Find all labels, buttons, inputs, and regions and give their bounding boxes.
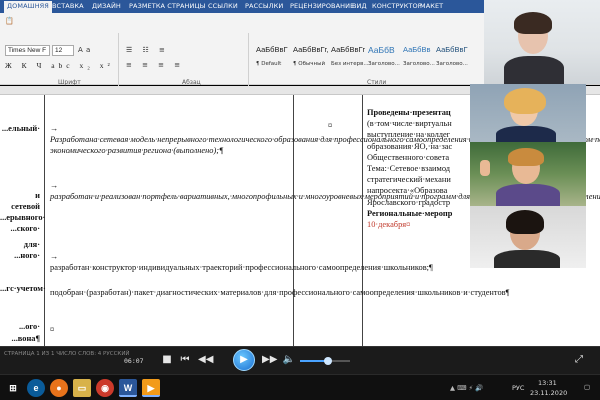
- style-name: ¶ Обычный: [293, 61, 326, 67]
- media-player-bar: СТРАНИЦА 1 ИЗ 1 ЧИСЛО СЛОВ: 4 РУССКИЙ 06…: [0, 346, 600, 374]
- tab-home[interactable]: ДОМАШНЯЯ: [4, 1, 52, 13]
- group-label-styles: Стили: [367, 79, 387, 86]
- font-size-field[interactable]: 12: [52, 45, 74, 56]
- left-cell-line: ...ного·: [14, 251, 40, 260]
- bullet-item: → Разработана·сетевая·модель·непрерывног…: [50, 123, 600, 157]
- word-status-bar: СТРАНИЦА 1 ИЗ 1 ЧИСЛО СЛОВ: 4 РУССКИЙ: [4, 351, 130, 357]
- fullscreen-icon[interactable]: ⤢: [572, 354, 586, 366]
- volume-knob[interactable]: [323, 357, 332, 365]
- style-heading-2[interactable]: АаБбВв Заголово...: [403, 45, 437, 81]
- style-sample: АаБбВвГ: [256, 45, 288, 54]
- bullet-text: подобран·(разработан)·пакет·диагностичес…: [50, 288, 510, 297]
- left-cell-line: сетевой: [11, 202, 40, 211]
- left-cell-line: для·: [23, 240, 40, 249]
- left-cell-line: ...гс·учетом·: [0, 284, 46, 293]
- list-buttons-icon[interactable]: ☰ ☷ ≡: [126, 46, 169, 54]
- video-tile-participant-3[interactable]: [470, 142, 586, 206]
- shrink-font-icon[interactable]: a: [86, 46, 90, 54]
- style-name: Заголово...: [436, 61, 468, 67]
- notification-icon[interactable]: ▢: [584, 383, 590, 391]
- style-heading-3[interactable]: АаБбВвГ Заголово...: [436, 45, 470, 81]
- video-tile-participant-1[interactable]: [484, 0, 600, 84]
- skype-icon[interactable]: e: [27, 379, 45, 397]
- bullet-item: подобран·(разработан)·пакет·диагностичес…: [50, 287, 509, 298]
- style-name: Заголово...: [368, 61, 400, 67]
- format-buttons[interactable]: Ж К Ч abc x₂ x²: [5, 61, 114, 70]
- rewind-icon[interactable]: ⏮: [178, 354, 192, 366]
- seek-back-icon[interactable]: ◀◀: [198, 354, 213, 366]
- style-name: Заголово...: [403, 61, 435, 67]
- tab-layout-table[interactable]: МАКЕТ: [420, 2, 443, 10]
- left-cell-line: ...ерывного·: [0, 213, 46, 222]
- group-label-font: Шрифт: [58, 79, 81, 86]
- video-tile-participant-2[interactable]: [470, 84, 586, 142]
- bullet-item: → разработан·конструктор·индивидуальных·…: [50, 251, 433, 273]
- tab-insert[interactable]: ВСТАВКА: [52, 2, 84, 10]
- play-pause-button[interactable]: ▶: [233, 349, 255, 371]
- clock-date[interactable]: 23.11.2020: [530, 389, 567, 397]
- language-indicator[interactable]: РУС: [512, 384, 524, 392]
- style-sample: АаБбВвГг: [331, 45, 366, 54]
- volume-icon[interactable]: 🔈: [282, 354, 296, 366]
- media-player-taskbar-icon[interactable]: ▶: [142, 379, 160, 397]
- table-column-border: [44, 95, 45, 350]
- tab-review[interactable]: РЕЦЕНЗИРОВАНИЕ: [290, 2, 354, 10]
- file-explorer-icon[interactable]: ▭: [73, 379, 91, 397]
- playback-time: 06:07: [124, 357, 144, 365]
- word-taskbar-icon[interactable]: W: [119, 379, 137, 397]
- chrome-icon[interactable]: ◉: [96, 379, 114, 397]
- group-label-paragraph: Абзац: [182, 79, 201, 86]
- style-name: ¶ Default: [256, 61, 282, 67]
- style-no-spacing[interactable]: АаБбВвГг Без интерв...: [331, 45, 369, 81]
- bullet-text: → разработан·конструктор·индивидуальных·…: [50, 252, 433, 273]
- grow-font-icon[interactable]: A: [78, 46, 83, 54]
- left-cell-line: ...ского·: [10, 224, 40, 233]
- left-cell-line: и: [35, 191, 40, 200]
- paste-icon[interactable]: 📋: [5, 17, 14, 25]
- table-column-border: [362, 95, 363, 350]
- style-sample: АаБбВв: [403, 45, 431, 54]
- group-divider: [118, 33, 119, 87]
- tab-layout[interactable]: РАЗМЕТКА СТРАНИЦЫ: [129, 2, 205, 10]
- tray-icons[interactable]: ▲ ⌨ ⚡ 🔊: [450, 384, 483, 392]
- firefox-icon[interactable]: ●: [50, 379, 68, 397]
- screen: ДОМАШНЯЯ ВСТАВКА ДИЗАЙН РАЗМЕТКА СТРАНИЦ…: [0, 0, 600, 400]
- style-heading-1[interactable]: АаБбВ Заголово...: [368, 45, 402, 81]
- style-sample: АаБбВвГ: [436, 45, 468, 54]
- table-column-border: [293, 95, 294, 350]
- start-icon[interactable]: ⊞: [4, 379, 22, 397]
- font-name-field[interactable]: Times New F: [5, 45, 50, 56]
- left-cell-line: ...вона¶: [11, 334, 40, 343]
- style-default[interactable]: АаБбВвГ ¶ Default: [256, 45, 290, 81]
- style-normal[interactable]: АаБбВвГг, ¶ Обычный: [293, 45, 329, 81]
- style-sample: АаБбВ: [368, 45, 395, 55]
- cell-end-mark: ¤: [50, 325, 55, 334]
- tab-design[interactable]: ДИЗАЙН: [92, 2, 121, 10]
- cell-end-mark: ¤: [328, 121, 333, 130]
- stop-icon[interactable]: ■: [160, 354, 174, 366]
- bullet-item: → разработан·и·реализован·портфель·вариа…: [50, 180, 600, 202]
- tab-references[interactable]: ССЫЛКИ: [208, 2, 238, 10]
- volume-slider[interactable]: [300, 357, 350, 365]
- seek-forward-icon[interactable]: ▶▶: [262, 354, 277, 366]
- left-cell-line: ...ельный·: [1, 124, 40, 133]
- style-sample: АаБбВвГг,: [293, 45, 329, 54]
- style-name: Без интерв...: [331, 61, 369, 67]
- taskbar: ⊞ e ● ▭ ◉ W ▶ ▲ ⌨ ⚡ 🔊 РУС 13:31 23.11.20…: [0, 374, 600, 400]
- tab-constructor[interactable]: КОНСТРУКТОР: [372, 2, 422, 10]
- video-tile-participant-4[interactable]: [470, 206, 586, 268]
- align-buttons-icon[interactable]: ≡ ≡ ≡ ≡: [126, 61, 184, 69]
- left-cell-line: ...ого·: [18, 322, 40, 331]
- tab-mailings[interactable]: РАССЫЛКИ: [245, 2, 283, 10]
- clock-time[interactable]: 13:31: [538, 379, 557, 387]
- tab-view[interactable]: ВИД: [352, 2, 367, 10]
- group-divider: [248, 33, 249, 87]
- raised-hand: [480, 160, 490, 176]
